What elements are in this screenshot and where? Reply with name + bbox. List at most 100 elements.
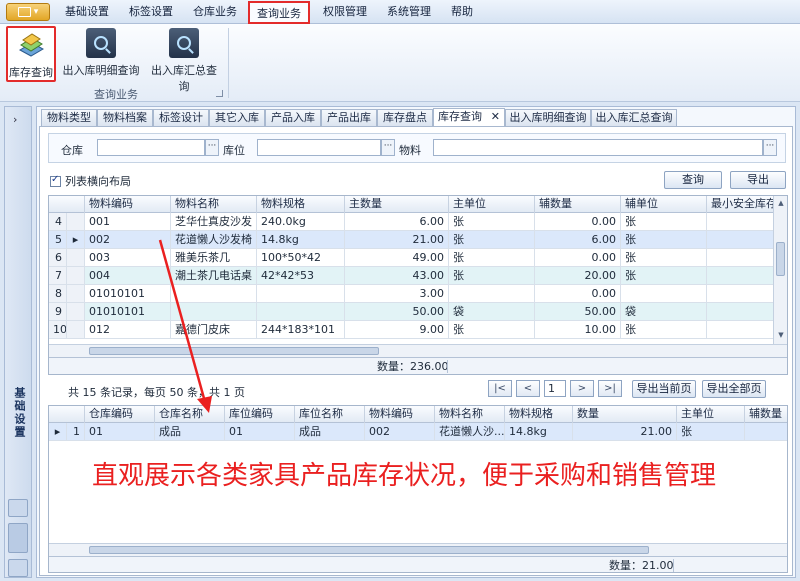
cell-qty[interactable]: 43.00	[345, 267, 449, 285]
cell-ind[interactable]: ▸	[67, 231, 85, 249]
tab-label-design[interactable]: 标签设计	[153, 109, 209, 126]
material-picker-button[interactable]: ···	[763, 139, 777, 156]
cell-name[interactable]: 芝华仕真皮沙发	[171, 213, 257, 231]
cell-no[interactable]: 8	[49, 285, 67, 303]
material-input[interactable]	[433, 139, 763, 156]
scroll-thumb[interactable]	[776, 242, 785, 276]
cell-unit[interactable]: 张	[449, 267, 535, 285]
cell-qty[interactable]: 3.00	[345, 285, 449, 303]
last-page-button[interactable]: >|	[598, 380, 622, 397]
dock-label[interactable]: 基础设置	[11, 387, 27, 439]
cell-unit[interactable]: 张	[449, 231, 535, 249]
cell-aux-unit[interactable]: 张	[621, 321, 707, 339]
table-row[interactable]: 5 ▸ 002 花道懒人沙发椅 14.8kg 21.00 张 6.00 张	[49, 231, 775, 249]
app-menu-button[interactable]: ▾	[6, 3, 50, 21]
detail-cell-mat-code[interactable]: 002	[365, 423, 435, 441]
cell-name[interactable]: 嘉德门皮床	[171, 321, 257, 339]
detail-header-unit[interactable]: 主单位	[677, 406, 745, 423]
detail-header-mat-code[interactable]: 物料编码	[365, 406, 435, 423]
cell-name[interactable]: 潮土茶几电话桌	[171, 267, 257, 285]
cell-unit[interactable]: 张	[449, 321, 535, 339]
cell-spec[interactable]: 100*50*42	[257, 249, 345, 267]
detail-cell-unit[interactable]: 张	[677, 423, 745, 441]
header-main-unit[interactable]: 主单位	[449, 196, 535, 213]
scroll-up-icon[interactable]: ▲	[774, 196, 787, 210]
menu-system[interactable]: 系统管理	[382, 4, 436, 20]
detail-header-wh-code[interactable]: 仓库编码	[85, 406, 155, 423]
cell-min[interactable]	[707, 303, 775, 321]
cell-code[interactable]: 012	[85, 321, 171, 339]
location-input[interactable]	[257, 139, 381, 156]
cell-aux-qty[interactable]: 50.00	[535, 303, 621, 321]
table-row[interactable]: 9 01010101 50.00 袋 50.00 袋	[49, 303, 775, 321]
detail-header-loc-name[interactable]: 库位名称	[295, 406, 365, 423]
detail-hscroll-thumb[interactable]	[89, 546, 649, 554]
header-material-spec[interactable]: 物料规格	[257, 196, 345, 213]
cell-unit[interactable]	[449, 285, 535, 303]
dock-button[interactable]	[8, 523, 28, 553]
warehouse-picker-button[interactable]: ···	[205, 139, 219, 156]
cell-min[interactable]	[707, 267, 775, 285]
table-row[interactable]: 4 001 芝华仕真皮沙发 240.0kg 6.00 张 0.00 张	[49, 213, 775, 231]
tab-product-outbound[interactable]: 产品出库	[321, 109, 377, 126]
menu-warehouse-business[interactable]: 仓库业务	[188, 4, 242, 20]
detail-cell-loc-name[interactable]: 成品	[295, 423, 365, 441]
cell-ind[interactable]	[67, 213, 85, 231]
detail-header-qty[interactable]: 数量	[573, 406, 677, 423]
detail-cell-aux[interactable]	[745, 423, 787, 441]
cell-no[interactable]: 9	[49, 303, 67, 321]
menu-query-business[interactable]: 查询业务	[248, 1, 310, 24]
cell-aux-qty[interactable]: 20.00	[535, 267, 621, 285]
tab-material-archive[interactable]: 物料档案	[97, 109, 153, 126]
header-material-code[interactable]: 物料编码	[85, 196, 171, 213]
menu-permissions[interactable]: 权限管理	[318, 4, 372, 20]
detail-cell-qty[interactable]: 21.00	[573, 423, 677, 441]
table-row[interactable]: 10 012 嘉德门皮床 244*183*101 9.00 张 10.00 张	[49, 321, 775, 339]
cell-unit[interactable]: 袋	[449, 303, 535, 321]
cell-qty[interactable]: 21.00	[345, 231, 449, 249]
dock-button[interactable]	[8, 559, 28, 577]
tab-inout-summary[interactable]: 出入库汇总查询	[591, 109, 677, 126]
cell-aux-unit[interactable]: 张	[621, 249, 707, 267]
cell-qty[interactable]: 49.00	[345, 249, 449, 267]
export-button[interactable]: 导出	[730, 171, 786, 189]
cell-spec[interactable]: 42*42*53	[257, 267, 345, 285]
horizontal-layout-checkbox[interactable]	[50, 174, 61, 187]
cell-code[interactable]: 01010101	[85, 285, 171, 303]
detail-cell-wh-name[interactable]: 成品	[155, 423, 225, 441]
detail-horizontal-scrollbar[interactable]	[49, 543, 787, 556]
header-aux-qty[interactable]: 辅数量	[535, 196, 621, 213]
detail-cell-ind[interactable]: ▸	[49, 423, 67, 441]
cell-name[interactable]	[171, 285, 257, 303]
detail-header-mat-name[interactable]: 物料名称	[435, 406, 505, 423]
cell-code[interactable]: 003	[85, 249, 171, 267]
grid-horizontal-scrollbar[interactable]	[49, 344, 787, 357]
cell-name[interactable]: 花道懒人沙发椅	[171, 231, 257, 249]
tab-material-type[interactable]: 物料类型	[41, 109, 97, 126]
cell-qty[interactable]: 9.00	[345, 321, 449, 339]
cell-min[interactable]	[707, 285, 775, 303]
cell-ind[interactable]	[67, 249, 85, 267]
detail-cell-wh-code[interactable]: 01	[85, 423, 155, 441]
next-page-button[interactable]: >	[570, 380, 594, 397]
cell-aux-unit[interactable]: 张	[621, 267, 707, 285]
cell-no[interactable]: 7	[49, 267, 67, 285]
cell-aux-unit[interactable]: 张	[621, 213, 707, 231]
detail-cell-loc-code[interactable]: 01	[225, 423, 295, 441]
menu-label-settings[interactable]: 标签设置	[124, 4, 178, 20]
grid-vertical-scrollbar[interactable]: ▲ ▼	[773, 196, 787, 344]
cell-aux-unit[interactable]	[621, 285, 707, 303]
cell-no[interactable]: 4	[49, 213, 67, 231]
page-number-input[interactable]: 1	[544, 380, 566, 397]
cell-ind[interactable]	[67, 321, 85, 339]
cell-name[interactable]: 雅美乐茶几	[171, 249, 257, 267]
cell-min[interactable]	[707, 249, 775, 267]
query-button[interactable]: 查询	[664, 171, 722, 189]
tab-other-inbound[interactable]: 其它入库	[209, 109, 265, 126]
table-row[interactable]: 7 004 潮土茶几电话桌 42*42*53 43.00 张 20.00 张	[49, 267, 775, 285]
cell-ind[interactable]	[67, 303, 85, 321]
cell-min[interactable]	[707, 321, 775, 339]
group-expand-icon[interactable]	[216, 90, 223, 97]
cell-spec[interactable]: 244*183*101	[257, 321, 345, 339]
cell-unit[interactable]: 张	[449, 249, 535, 267]
